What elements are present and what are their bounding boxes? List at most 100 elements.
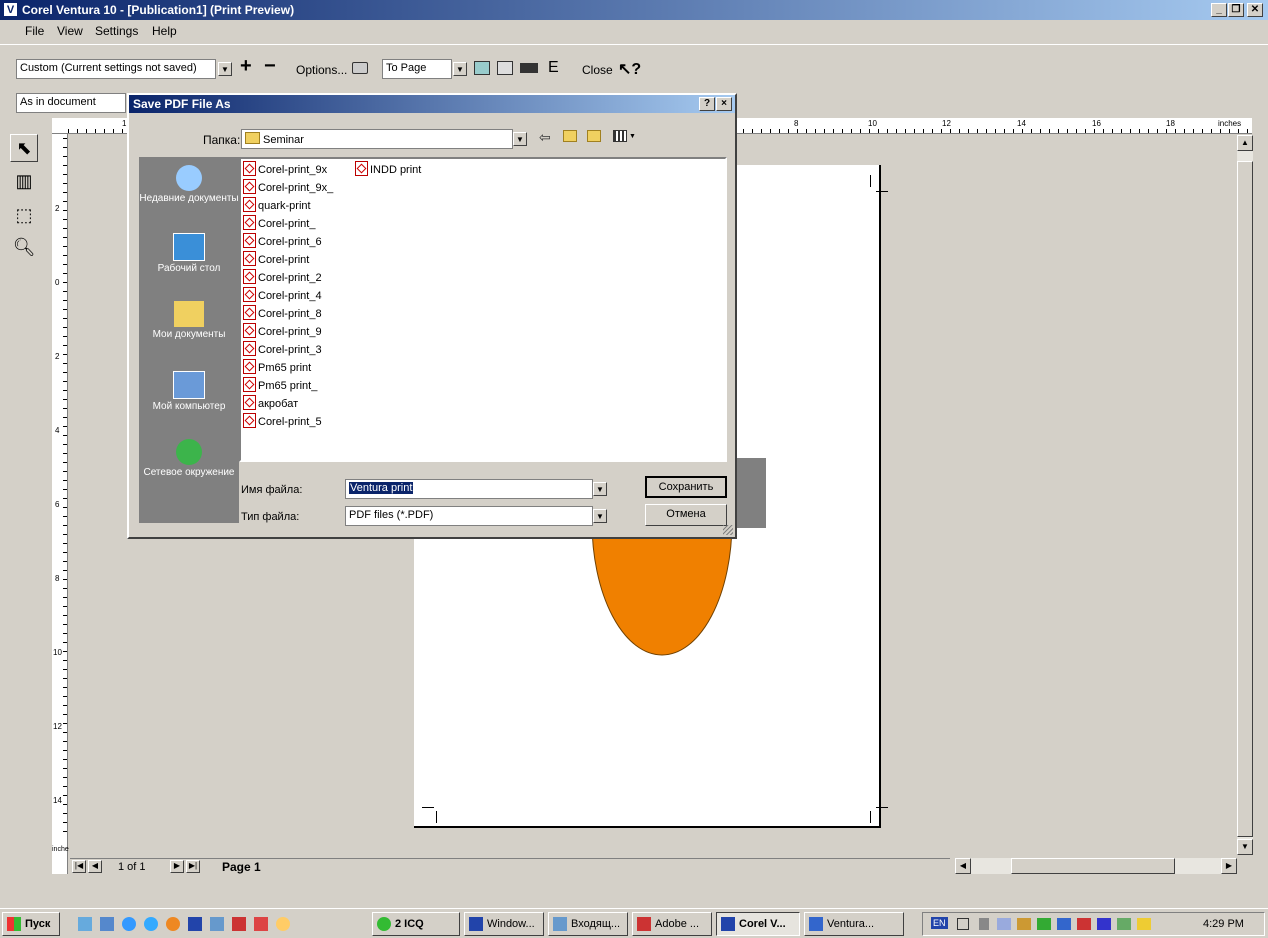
file-item[interactable]: Corel-print_6	[243, 233, 322, 250]
tray-icon[interactable]	[1057, 918, 1071, 930]
scroll-right-arrow[interactable]: ▶	[1221, 858, 1237, 874]
tray-icon[interactable]	[979, 918, 989, 930]
film-icon[interactable]	[520, 63, 538, 73]
quick-launch-icon[interactable]	[232, 917, 246, 931]
cancel-button[interactable]: Отмена	[645, 504, 727, 526]
zoom-dropdown-arrow[interactable]: ▼	[453, 62, 467, 76]
filetype-dropdown-arrow[interactable]: ▼	[593, 509, 607, 523]
prev-page-button[interactable]: ◀	[88, 860, 102, 873]
file-item[interactable]: Pm65 print	[243, 359, 311, 376]
filetype-select[interactable]: PDF files (*.PDF)	[345, 506, 593, 526]
close-preview-button[interactable]: Close	[582, 63, 613, 77]
quick-launch-icon[interactable]	[122, 917, 136, 931]
task-icq[interactable]: 2 ICQ	[372, 912, 460, 936]
file-item[interactable]: Corel-print_2	[243, 269, 322, 286]
scroll-up-arrow[interactable]: ▲	[1237, 135, 1253, 151]
file-item[interactable]: Corel-print	[243, 251, 309, 268]
file-item[interactable]: акробат	[243, 395, 298, 412]
filename-dropdown-arrow[interactable]: ▼	[593, 482, 607, 496]
view-menu-icon[interactable]	[613, 130, 627, 142]
options-button[interactable]: Options...	[296, 63, 347, 77]
page-tab[interactable]: Page 1	[222, 860, 261, 874]
tray-icon[interactable]	[997, 918, 1011, 930]
quick-launch-icon[interactable]	[188, 917, 202, 931]
next-page-button[interactable]: ▶	[170, 860, 184, 873]
add-preset-button[interactable]: +	[240, 55, 252, 78]
menu-help[interactable]: Help	[152, 24, 177, 38]
dialog-close-button[interactable]: ×	[716, 97, 732, 111]
gray-rectangle-object[interactable]	[736, 458, 766, 528]
pick-tool-icon[interactable]: ⬉	[10, 134, 38, 162]
minimize-button[interactable]: _	[1211, 3, 1227, 17]
file-item[interactable]: Corel-print_	[243, 215, 315, 232]
menu-file[interactable]: File	[25, 24, 44, 38]
tray-icon[interactable]	[1077, 918, 1091, 930]
preset-dropdown-arrow[interactable]: ▼	[218, 62, 232, 76]
marks-tool-icon[interactable]: ▥	[10, 168, 38, 196]
e-button[interactable]: E	[548, 59, 559, 77]
resize-grip-icon[interactable]	[723, 525, 733, 535]
file-item[interactable]: Corel-print_8	[243, 305, 322, 322]
file-item[interactable]: Corel-print_9	[243, 323, 322, 340]
file-item[interactable]: Corel-print_5	[243, 413, 322, 430]
up-folder-icon[interactable]	[563, 130, 577, 142]
task-corel-ventura-active[interactable]: Corel V...	[716, 912, 800, 936]
horizontal-scrollbar[interactable]: ◀ ▶	[955, 858, 1237, 874]
printer-icon[interactable]	[352, 62, 368, 74]
layout-tool-icon[interactable]: ⬚	[10, 202, 38, 230]
place-network[interactable]: Сетевое окружение	[139, 439, 239, 478]
task-windows[interactable]: Window...	[464, 912, 544, 936]
tray-icon[interactable]	[1097, 918, 1111, 930]
start-button[interactable]: Пуск	[2, 912, 60, 936]
zoom-tool-icon[interactable]: 🔍︎	[10, 234, 38, 262]
last-page-button[interactable]: ▶|	[186, 860, 200, 873]
scroll-thumb[interactable]	[1237, 161, 1253, 837]
menu-view[interactable]: View	[57, 24, 83, 38]
file-item[interactable]: Corel-print_4	[243, 287, 322, 304]
tray-icon[interactable]	[1037, 918, 1051, 930]
remove-preset-button[interactable]: −	[264, 55, 276, 78]
scroll-down-arrow[interactable]: ▼	[1237, 839, 1253, 855]
back-icon[interactable]: ⇦	[539, 129, 551, 146]
tray-help-icon[interactable]	[957, 918, 969, 930]
task-adobe[interactable]: Adobe ...	[632, 912, 712, 936]
dialog-help-button[interactable]: ?	[699, 97, 715, 111]
quick-launch-icon[interactable]	[78, 917, 92, 931]
vertical-scrollbar[interactable]: ▲ ▼	[1237, 135, 1253, 855]
new-folder-icon[interactable]	[587, 130, 601, 142]
quick-launch-icon[interactable]	[144, 917, 158, 931]
task-inbox[interactable]: Входящ...	[548, 912, 628, 936]
task-ventura-doc[interactable]: Ventura...	[804, 912, 904, 936]
quick-launch-icon[interactable]	[166, 917, 180, 931]
scroll-h-thumb[interactable]	[1011, 858, 1175, 874]
language-indicator[interactable]: EN	[931, 917, 948, 929]
restore-button[interactable]: ❐	[1228, 3, 1244, 17]
context-help-icon[interactable]: ↖?	[618, 59, 641, 79]
place-my-computer[interactable]: Мой компьютер	[139, 371, 239, 412]
folder-dropdown-arrow[interactable]: ▼	[513, 132, 527, 146]
save-button[interactable]: Сохранить	[645, 476, 727, 498]
clock[interactable]: 4:29 PM	[1203, 918, 1244, 930]
place-my-documents[interactable]: Мои документы	[139, 301, 239, 340]
file-item[interactable]: Corel-print_3	[243, 341, 322, 358]
tray-icon[interactable]	[1137, 918, 1151, 930]
folder-combo[interactable]: Seminar	[241, 129, 513, 149]
quick-launch-icon[interactable]	[254, 917, 268, 931]
file-item[interactable]: Pm65 print_	[243, 377, 317, 394]
full-screen-icon[interactable]	[474, 61, 490, 75]
quick-launch-icon[interactable]	[100, 917, 114, 931]
preset-combo[interactable]: Custom (Current settings not saved)	[16, 59, 216, 79]
place-desktop[interactable]: Рабочий стол	[139, 233, 239, 274]
menu-settings[interactable]: Settings	[95, 24, 138, 38]
file-item[interactable]: Corel-print_9x_	[243, 179, 333, 196]
file-item[interactable]: Corel-print_9x	[243, 161, 327, 178]
quick-launch-icon[interactable]	[276, 917, 290, 931]
file-item[interactable]: quark-print	[243, 197, 311, 214]
view-menu-arrow-icon[interactable]: ▼	[629, 133, 636, 140]
source-combo[interactable]: As in document	[16, 93, 126, 113]
filename-input[interactable]: Ventura print	[345, 479, 593, 499]
scroll-left-arrow[interactable]: ◀	[955, 858, 971, 874]
page-layout-icon[interactable]	[497, 61, 513, 75]
tray-icon[interactable]	[1117, 918, 1131, 930]
app-icon[interactable]: V	[3, 2, 18, 17]
